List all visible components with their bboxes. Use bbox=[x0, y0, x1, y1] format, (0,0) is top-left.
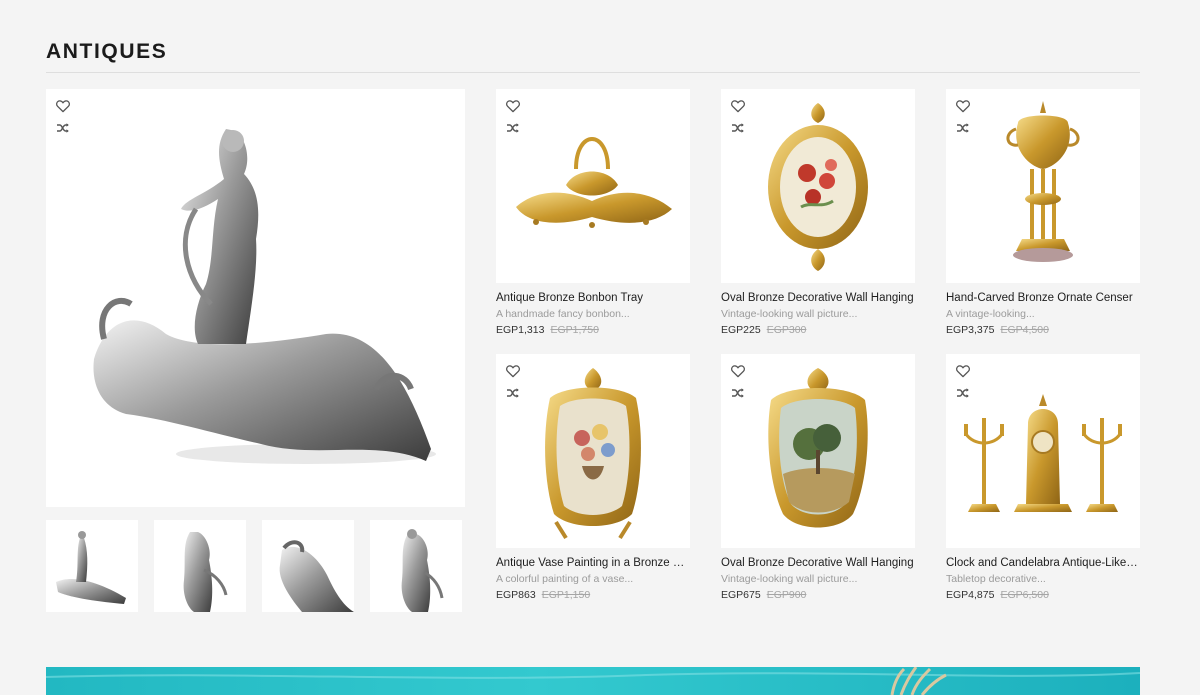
product-description: Tabletop decorative... bbox=[946, 573, 1046, 585]
product-card[interactable]: Oval Bronze Decorative Wall Hanging Vint… bbox=[721, 354, 915, 601]
product-name[interactable]: Oval Bronze Decorative Wall Hanging bbox=[721, 557, 915, 569]
product-old-price: EGP6,500 bbox=[1000, 589, 1049, 601]
product-image[interactable] bbox=[946, 354, 1140, 548]
product-description: Vintage-looking wall picture... bbox=[721, 573, 858, 585]
oval-wall-hanging-image bbox=[768, 103, 868, 271]
section-title: ANTIQUES bbox=[46, 40, 168, 63]
landscape-wall-hanging-image bbox=[768, 368, 868, 528]
product-card[interactable]: Antique Vase Painting in a Bronze Frame … bbox=[496, 354, 690, 601]
thumbnail-4[interactable] bbox=[370, 520, 462, 612]
product-description: A colorful painting of a vase... bbox=[496, 573, 634, 585]
product-price: EGP675 bbox=[721, 589, 761, 601]
vase-painting-image bbox=[545, 368, 641, 540]
product-description: A vintage-looking... bbox=[946, 308, 1035, 320]
product-image[interactable] bbox=[721, 89, 915, 283]
bronze-censer-image bbox=[1006, 101, 1080, 262]
clock-candelabra-image bbox=[964, 394, 1122, 512]
thumbnail-3[interactable] bbox=[262, 520, 354, 612]
product-name[interactable]: Clock and Candelabra Antique-Like Set bbox=[946, 557, 1140, 569]
product-name[interactable]: Antique Bronze Bonbon Tray bbox=[496, 292, 690, 304]
product-old-price: EGP1,150 bbox=[541, 589, 591, 601]
product-price: EGP1,313 bbox=[496, 324, 545, 336]
product-name[interactable]: Hand-Carved Bronze Ornate Censer bbox=[946, 292, 1140, 304]
product-old-price: EGP300 bbox=[766, 324, 807, 336]
product-name[interactable]: Antique Vase Painting in a Bronze Frame bbox=[496, 557, 690, 569]
product-price: EGP4,875 bbox=[946, 589, 995, 601]
banner-image bbox=[46, 667, 1140, 695]
product-card[interactable]: Hand-Carved Bronze Ornate Censer A vinta… bbox=[946, 89, 1140, 336]
thumbnail-2[interactable] bbox=[154, 520, 246, 612]
product-image[interactable] bbox=[496, 354, 690, 548]
product-price: EGP863 bbox=[496, 589, 536, 601]
featured-product-image[interactable] bbox=[46, 89, 465, 507]
product-old-price: EGP1,750 bbox=[550, 324, 599, 336]
thumbnail-1[interactable] bbox=[46, 520, 138, 612]
product-description: Vintage-looking wall picture... bbox=[721, 308, 858, 320]
product-description: A handmade fancy bonbon... bbox=[496, 308, 630, 320]
thumbnail-strip bbox=[46, 520, 465, 612]
product-name[interactable]: Oval Bronze Decorative Wall Hanging bbox=[721, 292, 915, 304]
product-image[interactable] bbox=[496, 89, 690, 283]
product-image[interactable] bbox=[721, 354, 915, 548]
product-card[interactable]: Antique Bronze Bonbon Tray A handmade fa… bbox=[496, 89, 690, 336]
product-old-price: EGP900 bbox=[766, 589, 807, 601]
product-image[interactable] bbox=[946, 89, 1140, 283]
product-price: EGP225 bbox=[721, 324, 761, 336]
promo-banner[interactable] bbox=[46, 667, 1140, 695]
product-price: EGP3,375 bbox=[946, 324, 995, 336]
product-old-price: EGP4,500 bbox=[1000, 324, 1049, 336]
product-card[interactable]: Clock and Candelabra Antique-Like Set Ta… bbox=[946, 354, 1140, 601]
product-card[interactable]: Oval Bronze Decorative Wall Hanging Vint… bbox=[721, 89, 915, 336]
section-divider bbox=[46, 72, 1140, 73]
bonbon-tray-image bbox=[516, 137, 672, 228]
silver-figurine-image bbox=[93, 129, 436, 464]
